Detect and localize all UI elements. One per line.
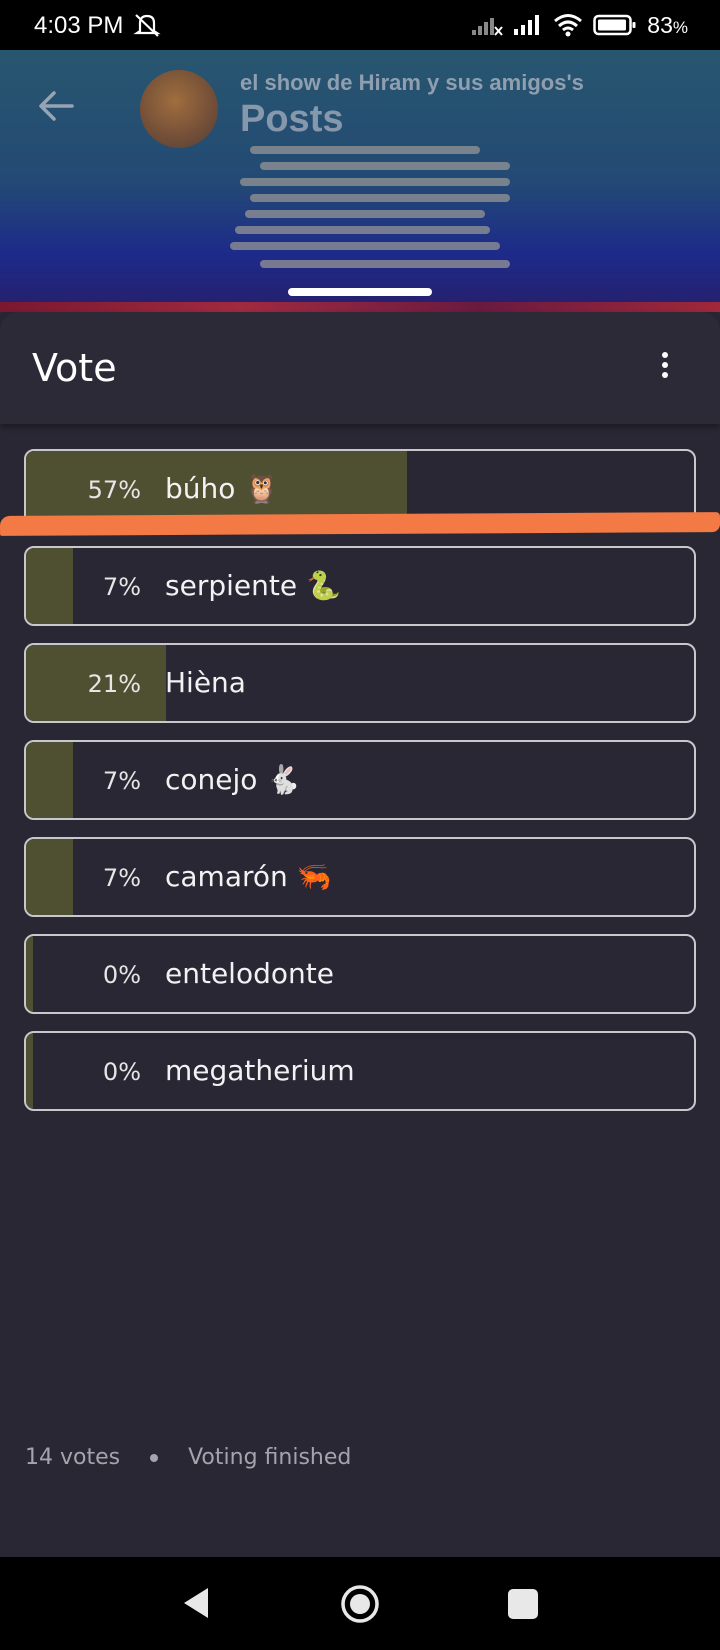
option-percent: 21%	[87, 670, 141, 698]
page-title: Posts	[240, 98, 344, 140]
option-label: entelodonte	[165, 957, 334, 990]
mute-icon	[133, 14, 161, 37]
poll-option[interactable]: 7% conejo 🐇	[24, 740, 696, 820]
poll-footer: 14 votes Voting finished	[25, 1445, 351, 1470]
server-avatar	[140, 70, 218, 148]
back-arrow-icon[interactable]	[36, 86, 76, 126]
option-percent: 7%	[102, 864, 141, 892]
sheet-header: Vote	[0, 312, 720, 424]
option-label: megatherium	[165, 1054, 355, 1087]
option-label: Hièna	[165, 666, 246, 699]
sheet-drag-handle[interactable]	[288, 288, 432, 296]
option-label: camarón 🦐	[165, 860, 332, 893]
option-percent: 0%	[102, 961, 141, 989]
poll-option[interactable]: 0% megatherium	[24, 1031, 696, 1111]
poll-options: 57% búho 🦉 7% serpiente 🐍 21% Hièna 7% c…	[24, 449, 696, 1128]
vote-sheet: Vote 57% búho 🦉 7% serpiente 🐍 21% Hièna…	[0, 312, 720, 1557]
poll-status: Voting finished	[188, 1445, 352, 1470]
sheet-title: Vote	[32, 346, 117, 390]
poll-option[interactable]: 0% entelodonte	[24, 934, 696, 1014]
signal-x-icon	[472, 18, 504, 36]
more-vertical-icon	[662, 352, 668, 358]
separator-dot	[150, 1453, 159, 1462]
poll-option[interactable]: 7% camarón 🦐	[24, 837, 696, 917]
wifi-icon	[554, 14, 583, 37]
poll-option[interactable]: 21% Hièna	[24, 643, 696, 723]
option-label: conejo 🐇	[165, 763, 302, 796]
nav-recents-icon[interactable]	[508, 1589, 538, 1619]
option-percent: 57%	[87, 476, 141, 504]
option-percent: 0%	[102, 1058, 141, 1086]
poll-option[interactable]: 7% serpiente 🐍	[24, 546, 696, 626]
status-right: 83%	[471, 10, 688, 40]
status-bar: 4:03 PM 83%	[0, 0, 720, 50]
battery-percent: 83%	[647, 11, 688, 38]
option-percent: 7%	[102, 767, 141, 795]
server-name: el show de Hiram y sus amigos's	[240, 70, 584, 95]
battery-icon	[593, 14, 636, 36]
status-time: 4:03 PM	[34, 12, 124, 39]
nav-back-icon[interactable]	[180, 1585, 212, 1621]
vote-count: 14 votes	[25, 1445, 121, 1470]
system-nav-bar	[0, 1557, 720, 1650]
more-options-button[interactable]	[650, 352, 680, 382]
option-label: búho 🦉	[165, 472, 280, 505]
signal-icon	[514, 15, 540, 35]
annotation-stroke	[0, 512, 720, 536]
nav-home-icon[interactable]	[340, 1584, 380, 1624]
option-label: serpiente 🐍	[165, 569, 341, 602]
option-percent: 7%	[102, 573, 141, 601]
header-banner: el show de Hiram y sus amigos's Posts	[0, 50, 720, 312]
